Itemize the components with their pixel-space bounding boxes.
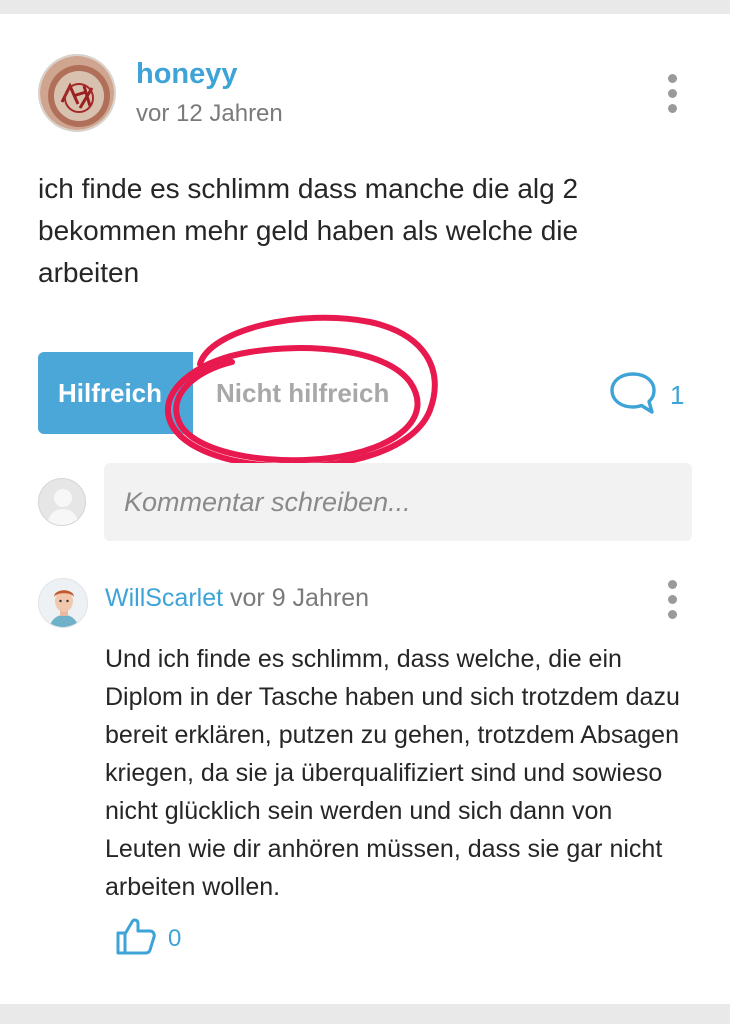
comment-header: WillScarlet vor 9 Jahren — [105, 584, 369, 613]
commenter-avatar[interactable] — [38, 578, 88, 628]
commenter-name[interactable]: WillScarlet — [105, 584, 223, 612]
current-user-avatar — [38, 478, 86, 526]
comments-button[interactable]: 1 — [608, 370, 684, 420]
author-name[interactable]: honeyy — [136, 58, 238, 91]
comment-count: 1 — [670, 379, 685, 410]
like-count: 0 — [168, 924, 182, 952]
helpful-button[interactable]: Hilfreich — [38, 352, 193, 434]
comment-text: Und ich finde es schlimm, dass welche, d… — [105, 645, 680, 901]
more-vertical-icon[interactable] — [662, 74, 682, 113]
more-vertical-icon[interactable] — [662, 580, 682, 619]
comment-input[interactable] — [104, 463, 692, 541]
post-timestamp: vor 12 Jahren — [136, 100, 283, 127]
thumbs-up-icon — [114, 916, 158, 961]
post-text: ich finde es schlimm dass manche die alg… — [38, 173, 579, 288]
comment-timestamp: vor 9 Jahren — [230, 584, 369, 612]
not-helpful-button[interactable]: Nicht hilfreich — [194, 352, 409, 434]
like-button[interactable]: 0 — [114, 916, 181, 961]
author-avatar[interactable] — [38, 54, 116, 132]
answer-card: honeyy vor 12 Jahren ich finde es schlim… — [0, 14, 730, 1004]
speech-bubble-icon — [608, 370, 658, 421]
